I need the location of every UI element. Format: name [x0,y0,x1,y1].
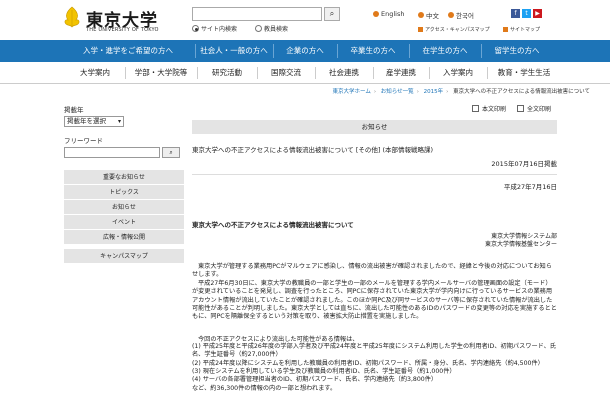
category-campus-map[interactable]: キャンパスマップ [64,249,184,264]
bullet-icon [418,12,424,18]
category-important[interactable]: 重要なお知らせ [64,170,184,185]
audience-nav-item[interactable]: 卒業生の方へ [338,40,408,62]
main-nav-item[interactable]: 産学連携 [374,62,428,84]
chevron-right-icon: › [373,89,377,95]
audience-nav-item[interactable]: 留学生の方へ [482,40,552,62]
print-icon [517,105,524,112]
breadcrumb-link[interactable]: 2015年 [424,89,444,95]
sitemap-label: サイトマップ [510,27,541,33]
main-nav-item[interactable]: 国際交流 [258,62,314,84]
audience-nav-item[interactable]: 在学生の方へ [410,40,480,62]
category-events[interactable]: イベント [64,215,184,230]
sitemap-link[interactable]: サイトマップ [503,26,540,33]
category-list: 重要なお知らせ トピックス お知らせ イベント 広報・情報公開 キャンパスマップ [64,170,184,264]
freeword-input[interactable] [64,147,160,158]
radio-faculty-label: 教員検索 [263,26,288,33]
radio-unselected-icon [254,25,262,32]
breadcrumb-link[interactable]: お知らせ一覧 [381,89,414,95]
signature-line: 東京大学情報システム部 [491,233,557,240]
sitemap-icon [503,27,508,32]
university-emblem-icon[interactable] [62,6,82,28]
map-icon [418,27,423,32]
list-item: (1) 平成25年度と平成26年度の学部入学者及び平成24年度と平成25年度にシ… [192,342,556,359]
chevron-right-icon: › [416,89,419,95]
site-header: 東京大学 THE UNIVERSITY OF TOKYO ⌕ サイト内検索 教員… [0,0,610,38]
site-search-input[interactable] [192,7,322,21]
breadcrumb-link[interactable]: 東京大学ホーム [333,89,371,95]
facebook-icon[interactable]: f [511,9,520,18]
search-icon: ⌕ [169,149,173,156]
bullet-icon [448,12,454,18]
document-date: 平成27年7月16日 [503,183,557,191]
category-pr[interactable]: 広報・情報公開 [64,230,184,245]
radio-selected-icon [192,25,199,32]
print-body-button[interactable]: 本文印刷 [472,104,506,113]
info-list: (1) 平成25年度と平成26年度の学部入学者及び平成24年度と平成25年度にシ… [192,343,557,393]
search-button[interactable]: ⌕ [324,7,340,21]
access-map-label: アクセス・キャンパスマップ [425,27,490,33]
divider [192,174,557,175]
youtube-icon[interactable]: ▶ [533,9,542,18]
breadcrumb: 東京大学ホーム › お知らせ一覧 › 2015年 › 東京大学への不正アクセスによる情… [333,87,591,95]
list-item: など、約36,300件の情報の内の一部と想われます。 [192,384,337,392]
freeword-search-button[interactable]: ⌕ [162,147,180,158]
news-title: 東京大学への不正アクセスによる情報流出被害について [その他] (本部情報戦略課… [192,146,434,154]
main-nav-item[interactable]: 研究活動 [198,62,256,84]
audience-nav-item[interactable]: 企業の方へ [274,40,336,62]
logo-text-en: THE UNIVERSITY OF TOKYO [86,27,159,33]
body-paragraph: 東京大学が管理する業務用PCがマルウェアに感染し、情報の流出被害が確認されました… [192,263,552,279]
lang-chinese-link[interactable]: 中文 [418,10,439,20]
breadcrumb-current: 東京大学への不正アクセスによる情報流出被害について [453,89,590,95]
document-title: 東京大学への不正アクセスによる情報流出被害について [192,221,354,229]
lang-korean-label: 한국어 [456,12,474,20]
list-item: (4) サーバの各部署管理担当者のID、初期パスワード、氏名、学内連絡先（約3,… [192,376,438,384]
list-item: (2) 平成24年度以降にシステムを利用した教職員の利用者ID、初期パスワード、… [192,359,544,367]
body-paragraph: 平成27年6月30日に、東京大学の教職員の一部と学生の一部のメールを管理する学内… [192,279,557,321]
audience-nav: 入学・進学をご希望の方へ 社会人・一般の方へ 企業の方へ 卒業生の方へ 在学生の… [0,40,610,62]
radio-faculty-search[interactable]: 教員検索 [254,24,288,33]
radio-site-label: サイト内検索 [201,26,238,33]
audience-nav-item[interactable]: 社会人・一般の方へ [196,40,272,62]
signature: 東京大学情報システム部 東京大学情報基盤センター [192,233,557,249]
search-scope: サイト内検索 教員検索 [192,24,304,34]
main-nav-item[interactable]: 大学案内 [66,62,124,84]
lang-english-label: English [381,10,405,18]
posted-date: 2015年07月16日掲載 [491,160,557,168]
category-notices[interactable]: お知らせ [64,200,184,215]
sidebar: 掲載年 掲載年を選択 フリーワード ⌕ 重要なお知らせ トピックス お知らせ イ… [64,104,184,264]
year-label: 掲載年 [64,106,84,114]
main-nav-item[interactable]: 入学案内 [430,62,486,84]
print-all-label: 全文印刷 [527,106,552,113]
search-icon: ⌕ [329,9,335,18]
audience-nav-item[interactable]: 入学・進学をご希望の方へ [62,40,194,62]
twitter-icon[interactable]: t [522,9,531,18]
signature-line: 東京大学情報基盤センター [484,241,557,248]
radio-site-search[interactable]: サイト内検索 [192,24,237,33]
main-content: 本文印刷 全文印刷 お知らせ 東京大学への不正アクセスによる情報流出被害について… [192,104,557,393]
print-all-button[interactable]: 全文印刷 [517,104,551,113]
main-nav-item[interactable]: 教育・学生生活 [488,62,560,84]
year-select[interactable]: 掲載年を選択 [64,116,124,127]
freeword-label: フリーワード [64,137,103,145]
lang-english-link[interactable]: English [373,10,404,18]
main-nav-item[interactable]: 社会連携 [316,62,372,84]
bullet-icon [373,11,379,17]
section-header: お知らせ [192,120,557,134]
access-map-link[interactable]: アクセス・キャンパスマップ [418,26,490,33]
main-nav: 大学案内 学部・大学院等 研究活動 国際交流 社会連携 産学連携 入学案内 教育… [0,62,610,84]
lang-chinese-label: 中文 [426,12,439,20]
print-label: 本文印刷 [482,106,507,113]
print-icon [472,105,479,112]
lang-korean-link[interactable]: 한국어 [448,10,474,20]
chevron-right-icon: › [446,89,449,95]
print-controls: 本文印刷 全文印刷 [192,104,557,116]
category-topics[interactable]: トピックス [64,185,184,200]
main-nav-item[interactable]: 学部・大学院等 [126,62,196,84]
list-intro: 今回の不正アクセスにより流出した可能性がある情報は、 [198,335,359,343]
